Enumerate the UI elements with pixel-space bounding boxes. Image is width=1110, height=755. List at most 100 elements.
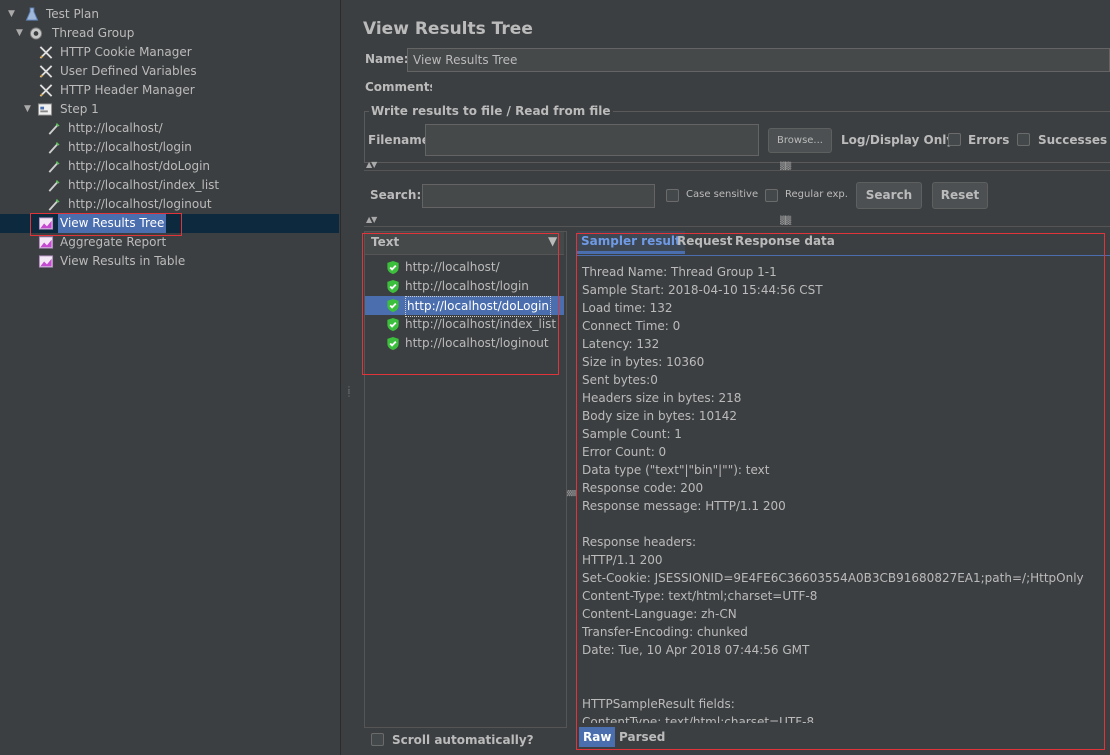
result-line: Content-Language: zh-CN (582, 607, 737, 621)
browse-button[interactable]: Browse... (768, 128, 832, 153)
result-line: Content-Type: text/html;charset=UTF-8 (582, 589, 818, 603)
tree-label: http://localhost/loginout (68, 197, 212, 211)
search-input[interactable] (422, 184, 655, 208)
divider (364, 226, 1110, 227)
search-button[interactable]: Search (856, 182, 922, 209)
tab-sampler-result[interactable]: Sampler result (577, 231, 685, 254)
result-line: Sample Start: 2018-04-10 15:44:56 CST (582, 283, 823, 297)
collapse-arrow-icon[interactable]: ▼ (16, 28, 26, 38)
wrench-screwdriver-icon (39, 46, 53, 59)
scroll-auto-label: Scroll automatically? (392, 733, 534, 747)
scroll-auto-checkbox[interactable] (371, 733, 384, 746)
tree-label: Aggregate Report (60, 235, 167, 249)
shield-check-icon (387, 298, 399, 313)
detail-bottom-tabs: Raw Parsed (577, 725, 1110, 749)
tree-label: User Defined Variables (60, 64, 197, 78)
case-sensitive-label: Case sensitive (686, 189, 759, 200)
result-line: Response headers: (582, 535, 697, 549)
tree-label: http://localhost/login (68, 140, 192, 154)
pipette-icon (48, 179, 60, 192)
successes-label: Successes (1038, 133, 1108, 147)
shield-check-icon (387, 279, 399, 294)
comments-label: Comments: (365, 80, 442, 94)
tab-response-data[interactable]: Response data (731, 231, 839, 251)
result-line: Body size in bytes: 10142 (582, 409, 738, 423)
result-line (582, 677, 1105, 695)
filename-field[interactable] (425, 124, 759, 156)
collapse-arrows-icon[interactable]: ▲▼ (366, 160, 377, 169)
regex-checkbox[interactable] (765, 189, 778, 202)
chart-icon (38, 217, 54, 230)
tab-raw[interactable]: Raw (579, 727, 616, 747)
name-label: Name: (365, 52, 409, 66)
vertical-splitter[interactable]: ⋮ ⋮ (340, 0, 355, 755)
results-tree-panel: View Results Tree Name: View Results Tre… (355, 0, 1110, 755)
errors-checkbox[interactable] (948, 133, 961, 146)
gear-icon (29, 27, 43, 40)
result-line: Load time: 132 (582, 301, 673, 315)
divider-grip-icon[interactable]: ▒▒ (780, 216, 791, 225)
wrench-screwdriver-icon (39, 65, 53, 78)
results-column-header[interactable]: Text ▼ (365, 232, 564, 255)
result-item[interactable]: http://localhost/loginout (365, 334, 564, 353)
tab-request[interactable]: Request (673, 231, 737, 251)
result-item-label: http://localhost/loginout (405, 336, 549, 350)
result-item-label: http://localhost/ (405, 260, 500, 274)
pipette-icon (48, 198, 60, 211)
tree-label: Thread Group (52, 26, 135, 40)
result-item[interactable]: http://localhost/doLogin (365, 296, 564, 317)
sampler-result-text[interactable]: Thread Name: Thread Group 1-1 Sample Star… (577, 259, 1110, 723)
tab-parsed[interactable]: Parsed (615, 727, 669, 747)
name-field[interactable]: View Results Tree (407, 48, 1110, 72)
chart-icon (38, 255, 54, 268)
controller-icon (37, 103, 53, 116)
collapse-arrow-icon[interactable]: ▼ (24, 104, 34, 114)
splitter-grip-icon[interactable]: ▒ (567, 490, 576, 495)
collapse-arrows-icon[interactable]: ▲▼ (366, 215, 377, 224)
result-line: Sample Count: 1 (582, 427, 682, 441)
reset-button[interactable]: Reset (932, 182, 988, 209)
result-item[interactable]: http://localhost/ (365, 258, 564, 277)
successes-checkbox[interactable] (1017, 133, 1030, 146)
result-line: Transfer-Encoding: chunked (582, 625, 748, 639)
result-line: Latency: 132 (582, 337, 660, 351)
comments-field[interactable] (432, 78, 1110, 96)
sort-arrow-icon[interactable]: ▼ (548, 234, 557, 248)
test-plan-tree: ▼ Test Plan ▼ Thread Group HTTP Cookie M… (0, 0, 341, 755)
results-list: Text ▼ http://localhost/http://localhost… (364, 231, 567, 728)
collapse-arrow-icon[interactable]: ▼ (8, 9, 18, 19)
search-label: Search: (370, 188, 422, 202)
case-sensitive-checkbox[interactable] (666, 189, 679, 202)
tree-label: View Results Tree (58, 214, 167, 233)
tree-label: HTTP Header Manager (60, 83, 195, 97)
panel-title: View Results Tree (363, 19, 533, 39)
result-line: ContentType: text/html;charset=UTF-8 (582, 715, 815, 723)
flask-icon (25, 7, 39, 21)
result-line (582, 515, 1105, 533)
shield-check-icon (387, 260, 399, 275)
shield-check-icon (387, 317, 399, 332)
regex-label: Regular exp. (785, 189, 848, 200)
filename-label: Filename (368, 133, 430, 147)
result-item-label: http://localhost/login (405, 279, 529, 293)
result-line: Thread Name: Thread Group 1-1 (582, 265, 777, 279)
result-line: Size in bytes: 10360 (582, 355, 705, 369)
tree-label: View Results in Table (60, 254, 186, 268)
result-item[interactable]: http://localhost/login (365, 277, 564, 296)
result-line: Data type ("text"|"bin"|""): text (582, 463, 770, 477)
chart-icon (38, 236, 54, 249)
tree-label: http://localhost/ (68, 121, 163, 135)
file-section-title: Write results to file / Read from file (369, 104, 613, 118)
column-header-label: Text (371, 235, 400, 249)
tree-node-view-results-tree[interactable]: View Results Tree (0, 214, 339, 233)
result-line (582, 659, 1105, 677)
result-item-label: http://localhost/doLogin (405, 296, 552, 317)
divider (364, 170, 1110, 171)
result-item[interactable]: http://localhost/index_list (365, 315, 564, 334)
result-line: Date: Tue, 10 Apr 2018 07:44:56 GMT (582, 643, 810, 657)
result-line: Sent bytes:0 (582, 373, 658, 387)
result-line: HTTPSampleResult fields: (582, 697, 735, 711)
wrench-screwdriver-icon (39, 84, 53, 97)
splitter-grip-icon[interactable]: ⋮ ⋮ (345, 386, 353, 402)
tree-label: http://localhost/doLogin (68, 159, 211, 173)
